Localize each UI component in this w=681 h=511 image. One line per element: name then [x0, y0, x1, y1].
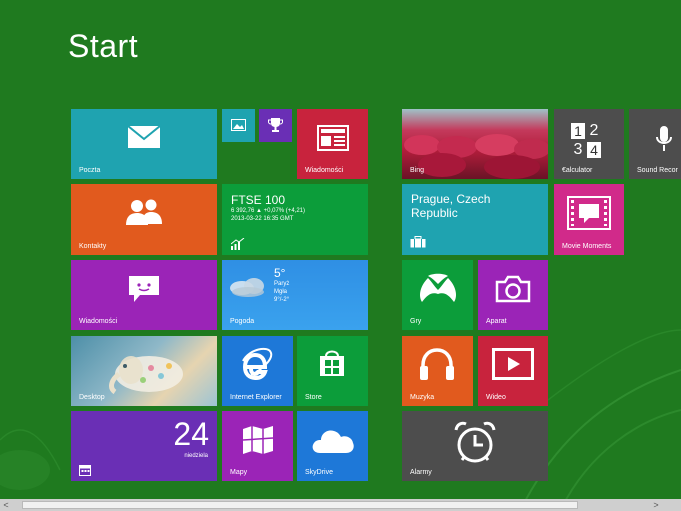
tile-label: Bing	[410, 167, 425, 174]
tile-label: Wideo	[486, 394, 506, 401]
tile-label: Gry	[410, 318, 422, 325]
tile-store[interactable]: Store	[297, 336, 368, 406]
tile-label: Wiadomości	[79, 318, 118, 325]
tile-trophy[interactable]	[259, 109, 292, 142]
alarm-clock-icon	[454, 421, 496, 463]
tile-label: Mapy	[230, 469, 248, 476]
finance-title: FTSE 100	[231, 193, 286, 207]
tile-wideo[interactable]: Wideo	[478, 336, 548, 406]
calculator-digit: 4	[587, 142, 601, 158]
tile-internet-explorer[interactable]: Internet Explorer	[222, 336, 293, 406]
tile-poczta[interactable]: Poczta	[71, 109, 217, 179]
scroll-right-button[interactable]: >	[650, 499, 662, 511]
tile-calendar[interactable]: 24 niedziela	[71, 411, 217, 481]
headphones-icon	[420, 348, 454, 380]
horizontal-scrollbar[interactable]: < >	[0, 499, 681, 511]
tile-label: Sound Recor	[637, 167, 678, 174]
chat-icon	[129, 276, 159, 302]
tile-wiadomosci-news[interactable]: Wiadomości	[297, 109, 368, 179]
scroll-left-button[interactable]: <	[0, 499, 12, 511]
elephant-wallpaper-icon	[109, 356, 183, 395]
tile-travel[interactable]: Prague, Czech Republic	[402, 184, 548, 255]
tile-label: Muzyka	[410, 394, 435, 401]
photo-icon	[231, 119, 246, 131]
weather-condition: Mgła	[274, 289, 288, 295]
scroll-thumb[interactable]	[22, 501, 578, 509]
chart-icon	[231, 238, 245, 250]
calendar-day: 24	[173, 416, 209, 452]
tile-desktop[interactable]: Desktop	[71, 336, 217, 406]
mail-icon	[127, 125, 161, 148]
video-play-icon	[492, 348, 534, 380]
tile-finance[interactable]: FTSE 100 6 392,76 ▲ +0,07% (+4,21) 2013-…	[222, 184, 368, 255]
tile-label: Kontakty	[79, 243, 107, 250]
tile-mapy[interactable]: Mapy	[222, 411, 293, 481]
tile-calculator[interactable]: 1 2 3 4 €alculator	[554, 109, 624, 179]
camera-icon	[495, 275, 531, 303]
calendar-weekday: niedziela	[184, 453, 208, 459]
tile-label: Wiadomości	[305, 167, 344, 174]
calendar-icon	[79, 465, 91, 476]
weather-temp: 5°	[274, 266, 286, 280]
tile-label: SkyDrive	[305, 469, 334, 476]
microphone-icon	[656, 126, 672, 151]
tile-label: Poczta	[79, 167, 101, 174]
tile-skydrive[interactable]: SkyDrive	[297, 411, 368, 481]
film-icon	[567, 196, 611, 230]
tile-kontakty[interactable]: Kontakty	[71, 184, 217, 255]
calculator-digit: 1	[571, 123, 585, 139]
tile-label: Pogoda	[230, 318, 255, 325]
travel-title: Prague, Czech Republic	[411, 192, 491, 220]
internet-explorer-icon	[242, 347, 273, 381]
tile-sound-recorder[interactable]: Sound Recor	[629, 109, 681, 179]
weather-range: 9°/-2°	[274, 297, 290, 303]
finance-line-2: 2013-03-22 16:35 GMT	[231, 216, 294, 222]
tile-gry[interactable]: Gry	[402, 260, 473, 330]
people-icon	[126, 199, 162, 225]
tile-label: Movie Moments	[562, 243, 612, 250]
store-icon	[320, 350, 344, 376]
cloud-storage-icon	[312, 430, 354, 453]
calculator-digit: 3	[573, 141, 583, 158]
tile-muzyka[interactable]: Muzyka	[402, 336, 473, 406]
weather-city: Paryż	[274, 281, 290, 287]
tile-aparat[interactable]: Aparat	[478, 260, 548, 330]
map-icon	[242, 426, 274, 454]
tile-label: Store	[305, 394, 322, 401]
tile-photos[interactable]	[222, 109, 255, 142]
start-title: Start	[68, 28, 139, 64]
finance-line-1: 6 392,76 ▲ +0,07% (+4,21)	[231, 208, 305, 214]
suitcase-icon	[410, 236, 426, 248]
tile-wiadomosci-messaging[interactable]: Wiadomości	[71, 260, 217, 330]
tile-bing[interactable]: Bing	[402, 109, 548, 179]
tile-pogoda[interactable]: 5° Paryż Mgła 9°/-2° Pogoda	[222, 260, 368, 330]
xbox-games-icon	[420, 273, 456, 302]
tile-label: Desktop	[79, 394, 105, 401]
tile-label: Internet Explorer	[230, 394, 282, 401]
tile-label: €alculator	[562, 167, 593, 174]
tile-label: Alarmy	[410, 469, 432, 476]
cloud-icon	[230, 278, 264, 297]
trophy-icon	[268, 118, 283, 132]
tile-alarmy[interactable]: Alarmy	[402, 411, 548, 481]
news-icon	[317, 125, 349, 151]
calculator-digit: 2	[589, 122, 599, 139]
tile-movie-moments[interactable]: Movie Moments	[554, 184, 624, 255]
tile-label: Aparat	[486, 318, 507, 325]
